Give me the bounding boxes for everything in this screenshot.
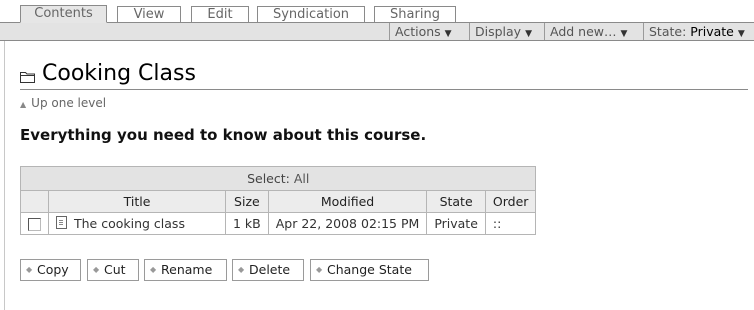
chevron-down-icon: ▼	[737, 29, 745, 39]
content-left-border	[4, 41, 5, 310]
add-new-menu-label: Add new…	[550, 24, 617, 39]
delete-button[interactable]: ◆ Delete	[232, 259, 304, 281]
row-title-cell[interactable]: The cooking class	[48, 212, 226, 235]
cut-button-label: Cut	[104, 262, 126, 277]
column-header-title[interactable]: Title	[48, 190, 226, 213]
button-bullet-icon: ◆	[150, 265, 157, 274]
select-row: Select: All	[19, 166, 537, 191]
tab-sharing[interactable]: Sharing	[374, 6, 456, 22]
button-bullet-icon: ◆	[316, 265, 323, 274]
row-order-handle[interactable]: ::	[484, 212, 537, 235]
chevron-down-icon: ▼	[525, 29, 532, 39]
select-label: Select:	[247, 171, 290, 186]
column-header-order[interactable]: Order	[484, 190, 537, 213]
rename-button-label: Rename	[161, 262, 213, 277]
tab-syndication[interactable]: Syndication	[257, 6, 365, 22]
column-header-modified[interactable]: Modified	[267, 190, 428, 213]
copy-button[interactable]: ◆ Copy	[20, 259, 81, 281]
row-checkbox[interactable]	[28, 218, 41, 231]
table-row: The cooking class 1 kB Apr 22, 2008 02:1…	[20, 212, 537, 235]
chevron-down-icon: ▼	[444, 29, 452, 39]
state-menu-label: State:	[649, 24, 687, 39]
state-menu-value: Private	[690, 24, 734, 39]
row-state: Private	[426, 212, 486, 235]
action-bar: Actions ▼ Display ▼ Add new… ▼ State: Pr…	[0, 22, 754, 41]
row-size: 1 kB	[225, 212, 269, 235]
up-arrow-icon: ▲	[20, 100, 27, 109]
page-title: Cooking Class	[42, 61, 196, 86]
actions-menu-label: Actions	[395, 24, 441, 39]
tab-view[interactable]: View	[117, 6, 181, 22]
tab-contents[interactable]: Contents	[20, 5, 107, 23]
document-icon	[56, 216, 67, 229]
change-state-button[interactable]: ◆ Change State	[310, 259, 429, 281]
folder-icon	[20, 72, 35, 83]
button-bullet-icon: ◆	[238, 265, 245, 274]
chevron-down-icon: ▼	[620, 29, 628, 39]
actions-menu[interactable]: Actions ▼	[389, 23, 469, 40]
display-menu-label: Display	[475, 24, 522, 39]
rename-button[interactable]: ◆ Rename	[144, 259, 227, 281]
tab-edit[interactable]: Edit	[191, 6, 249, 22]
button-bullet-icon: ◆	[26, 265, 33, 274]
add-new-menu[interactable]: Add new… ▼	[544, 23, 643, 40]
contents-table: Select: All Title Size Modified State Or…	[19, 166, 537, 235]
column-header-state[interactable]: State	[426, 190, 486, 213]
page-header: Cooking Class	[20, 60, 748, 90]
delete-button-label: Delete	[249, 262, 291, 277]
row-title-link[interactable]: The cooking class	[74, 216, 185, 231]
checkbox-column-header	[20, 190, 49, 213]
row-modified: Apr 22, 2008 02:15 PM	[267, 212, 428, 235]
button-bullet-icon: ◆	[93, 265, 100, 274]
page-description: Everything you need to know about this c…	[20, 126, 427, 144]
state-menu[interactable]: State: Private ▼	[643, 23, 754, 40]
select-all-link[interactable]: All	[294, 171, 310, 186]
copy-button-label: Copy	[37, 262, 69, 277]
change-state-button-label: Change State	[327, 262, 412, 277]
cut-button[interactable]: ◆ Cut	[87, 259, 139, 281]
up-one-level-label: Up one level	[31, 96, 107, 110]
display-menu[interactable]: Display ▼	[469, 23, 544, 40]
up-one-level-link[interactable]: ▲ Up one level	[20, 96, 106, 110]
column-header-size[interactable]: Size	[225, 190, 269, 213]
content-tabs: Contents View Edit Syndication Sharing	[0, 0, 754, 23]
row-checkbox-cell	[20, 212, 49, 235]
